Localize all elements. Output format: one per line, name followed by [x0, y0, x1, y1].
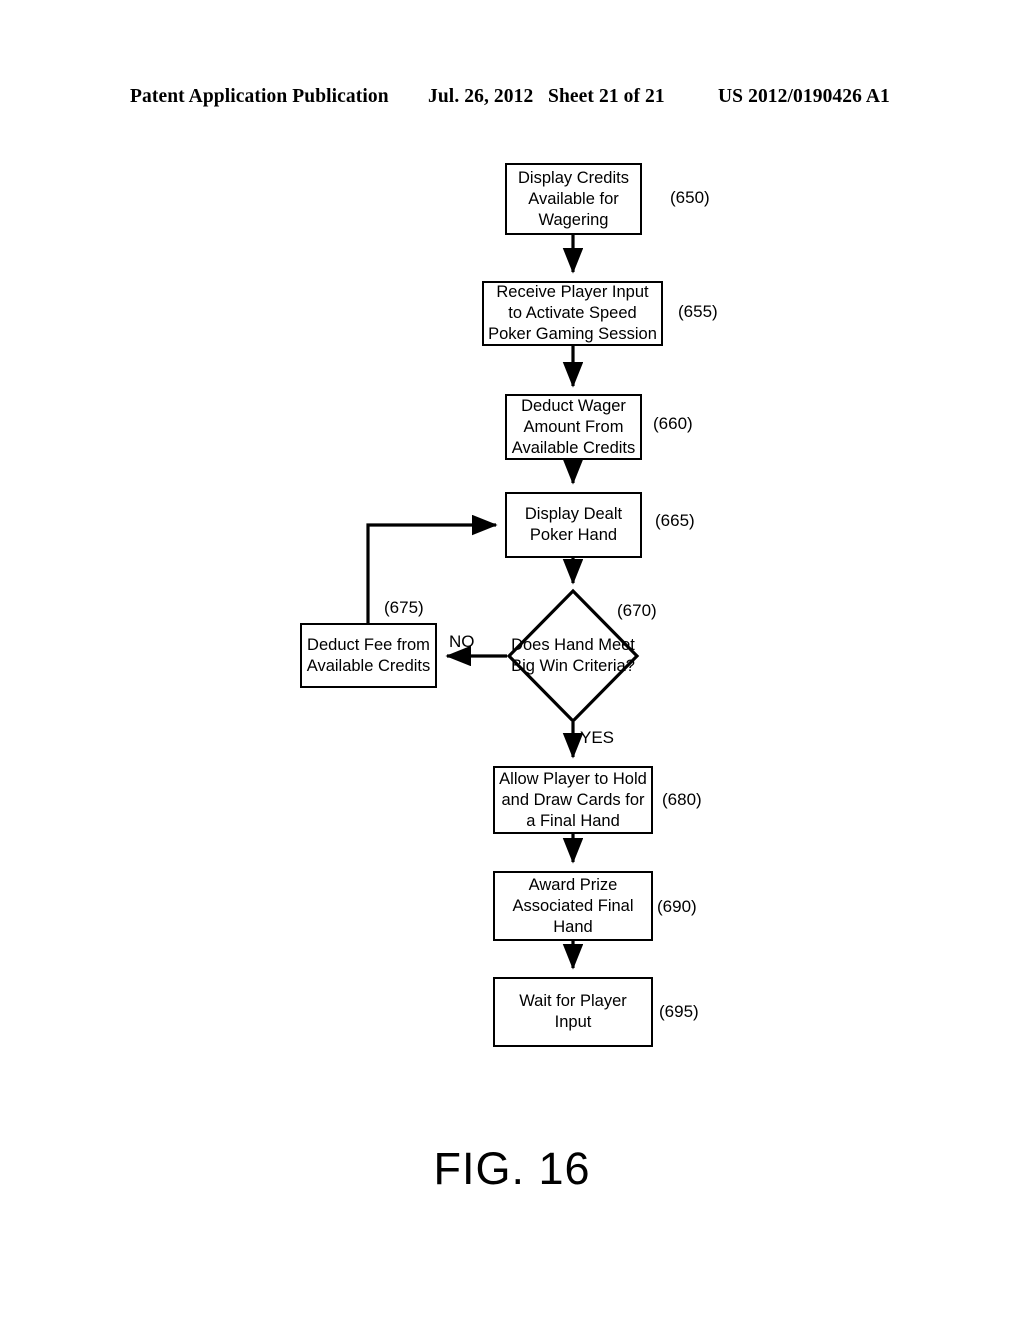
flow-node-650-ref: (650) — [670, 188, 710, 207]
flow-node-665-ref: (665) — [655, 511, 695, 530]
flow-node-665-text: Display Dealt Poker Hand — [524, 505, 623, 544]
flow-node-660-ref: (660) — [653, 414, 693, 433]
flow-node-675-ref: (675) — [384, 598, 424, 617]
flow-node-670-ref: (670) — [617, 601, 657, 620]
flow-node-665[interactable]: Display Dealt Poker Hand — [505, 492, 642, 558]
patent-figure-page: Patent Application Publication Jul. 26, … — [0, 0, 1024, 1320]
flow-node-675[interactable]: Deduct Fee from Available Credits — [300, 623, 437, 688]
flow-node-695[interactable]: Wait for Player Input — [493, 977, 653, 1047]
flow-node-680-ref: (680) — [662, 790, 702, 809]
flow-node-695-ref: (695) — [659, 1002, 699, 1021]
flow-node-655-ref: (655) — [678, 302, 718, 321]
flow-node-690-ref: (690) — [657, 897, 697, 916]
flow-node-695-text: Wait for Player Input — [519, 992, 627, 1031]
flow-node-650-text: Display Credits Available for Wagering — [518, 168, 629, 229]
flow-node-660[interactable]: Deduct Wager Amount From Available Credi… — [505, 394, 642, 460]
flow-node-650[interactable]: Display Credits Available for Wagering — [505, 163, 642, 235]
edge-label-no: NO — [449, 632, 475, 651]
flow-node-655-text: Receive Player Input to Activate Speed P… — [488, 283, 657, 343]
flow-node-680-text: Allow Player to Hold and Draw Cards for … — [499, 769, 647, 830]
flow-node-655[interactable]: Receive Player Input to Activate Speed P… — [482, 281, 663, 346]
figure-caption: FIG. 16 — [433, 1143, 591, 1194]
flow-node-675-text: Deduct Fee from Available Credits — [306, 635, 431, 675]
edge-label-yes: YES — [580, 728, 615, 747]
flow-node-690-text: Award Prize Associated Final Hand — [512, 875, 634, 936]
flow-node-660-text: Deduct Wager Amount From Available Credi… — [511, 396, 636, 457]
flow-node-690[interactable]: Award Prize Associated Final Hand — [493, 871, 653, 941]
flow-node-680[interactable]: Allow Player to Hold and Draw Cards for … — [493, 766, 653, 834]
